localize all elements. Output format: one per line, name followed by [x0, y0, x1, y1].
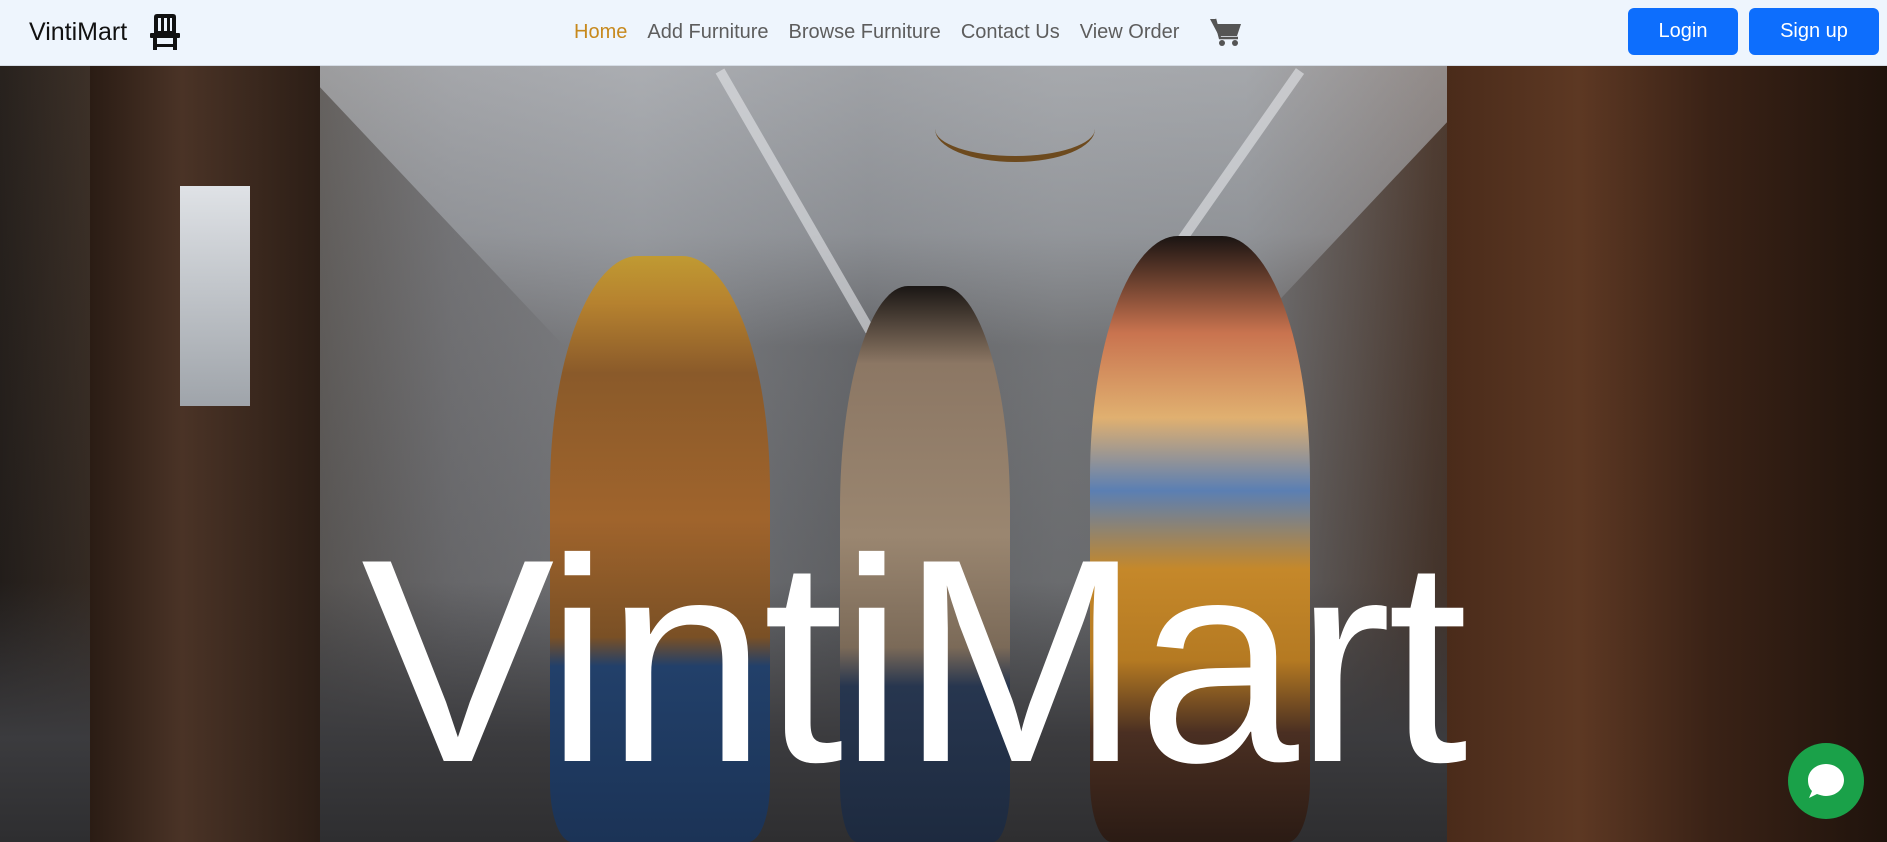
chair-icon: [150, 14, 181, 50]
nav-link-view-order[interactable]: View Order: [1070, 17, 1190, 47]
auth-buttons: Login Sign up: [1628, 8, 1879, 55]
mirror: [180, 186, 250, 406]
chat-button[interactable]: [1788, 743, 1864, 819]
hero-title: VintiMart: [361, 499, 1468, 823]
nav-link-add-furniture[interactable]: Add Furniture: [637, 17, 778, 47]
brand-name: VintiMart: [29, 17, 128, 46]
signup-button[interactable]: Sign up: [1749, 8, 1879, 55]
nav-link-home[interactable]: Home: [564, 17, 637, 47]
nav-link-browse-furniture[interactable]: Browse Furniture: [779, 17, 951, 47]
login-button[interactable]: Login: [1628, 8, 1738, 55]
nav-links: Home Add Furniture Browse Furniture Cont…: [564, 16, 1243, 48]
nav-link-contact-us[interactable]: Contact Us: [951, 17, 1070, 47]
chat-icon: [1808, 764, 1844, 798]
cart-icon[interactable]: [1209, 16, 1243, 48]
hero-section: VintiMart: [0, 66, 1887, 842]
chandelier: [935, 96, 1095, 162]
navbar: VintiMart Home Add Furniture Browse Furn…: [0, 0, 1887, 66]
brand-link[interactable]: VintiMart: [29, 14, 183, 50]
